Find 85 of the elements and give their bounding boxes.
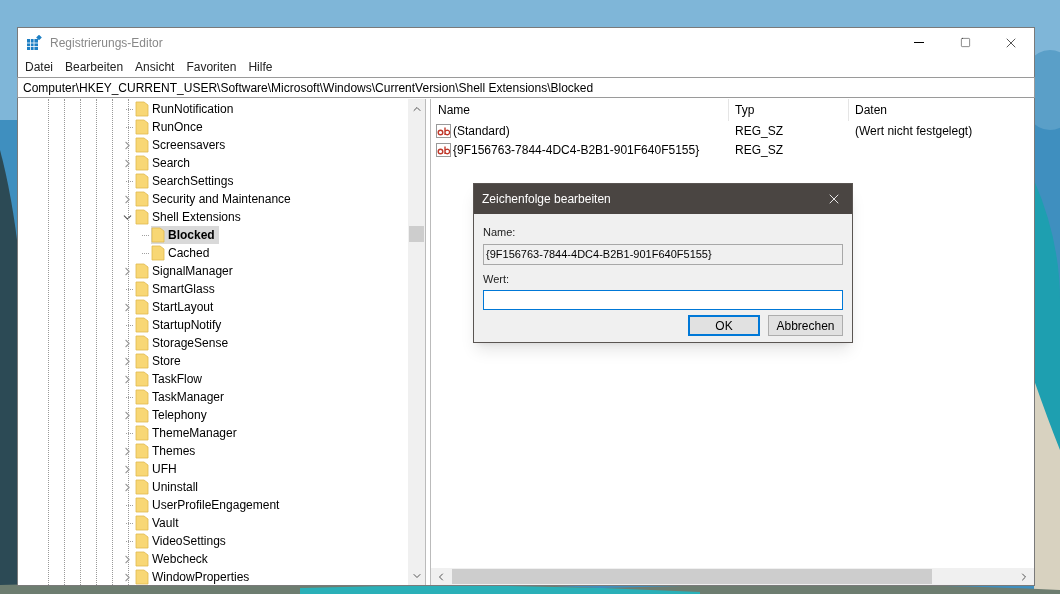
value-name[interactable]: {9F156763-7844-4DC4-B2B1-901F640F5155} xyxy=(453,140,700,159)
column-header[interactable]: Typ xyxy=(729,99,849,121)
menu-item[interactable]: Bearbeiten xyxy=(59,58,130,76)
folder-icon xyxy=(135,551,149,567)
folder-icon xyxy=(135,317,149,333)
tree-item[interactable]: Screensavers xyxy=(135,136,230,154)
folder-icon xyxy=(135,407,149,423)
folder-icon xyxy=(135,281,149,297)
tree-item[interactable]: UFH xyxy=(135,460,181,478)
menu-item[interactable]: Hilfe xyxy=(242,58,279,76)
maximize-icon xyxy=(959,37,971,48)
value-type: REG_SZ xyxy=(734,122,784,140)
folder-icon xyxy=(135,389,149,405)
folder-icon xyxy=(135,299,149,315)
tree-item[interactable]: SignalManager xyxy=(135,262,237,280)
folder-icon xyxy=(135,191,149,207)
folder-icon xyxy=(135,461,149,477)
tree-item[interactable]: ThemeManager xyxy=(135,424,241,442)
folder-icon xyxy=(135,335,149,351)
tree-item[interactable]: RunOnce xyxy=(135,118,207,136)
tree-item[interactable]: SmartGlass xyxy=(135,280,219,298)
menu-item[interactable]: Datei xyxy=(19,58,59,76)
folder-icon xyxy=(135,425,149,441)
scrollbar-thumb[interactable] xyxy=(409,226,424,242)
column-header[interactable]: Name xyxy=(431,99,729,121)
folder-icon xyxy=(135,443,149,459)
name-field: {9F156763-7844-4DC4-B2B1-901F640F5155} xyxy=(483,243,843,265)
tree-item[interactable]: TaskFlow xyxy=(135,370,206,388)
horizontal-scrollbar[interactable] xyxy=(431,568,1034,585)
folder-icon xyxy=(135,101,149,117)
tree-item[interactable]: Webcheck xyxy=(135,550,212,568)
tree-item[interactable]: Search xyxy=(135,154,195,172)
tree-item[interactable]: StartLayout xyxy=(135,298,218,316)
name-label: Name: xyxy=(483,225,517,240)
ok-button[interactable]: OK xyxy=(688,315,760,336)
tree-item[interactable]: Blocked xyxy=(151,226,219,244)
folder-icon xyxy=(135,155,149,171)
cancel-button[interactable]: Abbrechen xyxy=(768,315,843,336)
folder-icon xyxy=(135,515,149,531)
scrollbar-thumb[interactable] xyxy=(452,569,932,584)
folder-icon xyxy=(135,119,149,135)
folder-icon xyxy=(135,533,149,549)
tree-item[interactable]: Vault xyxy=(135,514,183,532)
tree-item[interactable]: WindowProperties xyxy=(135,568,254,585)
value-type: REG_SZ xyxy=(734,141,784,159)
string-value-icon xyxy=(436,122,452,139)
folder-icon xyxy=(151,227,165,243)
value-data: (Wert nicht festgelegt) xyxy=(854,122,973,140)
folder-icon xyxy=(135,479,149,495)
tree-item[interactable]: Telephony xyxy=(135,406,211,424)
value-label: Wert: xyxy=(483,271,511,287)
tree-item[interactable]: VideoSettings xyxy=(135,532,230,550)
tree-item[interactable]: Store xyxy=(135,352,185,370)
folder-icon xyxy=(135,173,149,189)
folder-icon xyxy=(135,209,149,225)
folder-icon xyxy=(135,371,149,387)
tree-item[interactable]: RunNotification xyxy=(135,100,238,118)
value-field[interactable] xyxy=(483,290,843,310)
tree-item[interactable]: StorageSense xyxy=(135,334,233,352)
tree-item[interactable]: Cached xyxy=(151,244,214,262)
tree-item[interactable]: StartupNotify xyxy=(135,316,226,334)
vertical-scrollbar[interactable] xyxy=(408,99,425,585)
tree-item[interactable]: TaskManager xyxy=(135,388,229,406)
minimize-icon xyxy=(914,42,924,43)
window-title: Registrierungs-Editor xyxy=(50,34,163,52)
column-header[interactable]: Daten xyxy=(849,99,888,121)
tree-item[interactable]: Shell Extensions xyxy=(135,208,245,226)
menu-item[interactable]: Ansicht xyxy=(129,58,181,76)
tree-item[interactable]: Uninstall xyxy=(135,478,203,496)
string-value-icon xyxy=(436,141,452,158)
folder-icon xyxy=(135,263,149,279)
tree-item[interactable]: SearchSettings xyxy=(135,172,238,190)
tree-item[interactable]: UserProfileEngagement xyxy=(135,496,284,514)
dialog-title: Zeichenfolge bearbeiten xyxy=(482,191,611,208)
folder-icon xyxy=(135,353,149,369)
folder-icon xyxy=(135,497,149,513)
folder-icon xyxy=(135,137,149,153)
registry-app-icon xyxy=(26,34,42,51)
menu-item[interactable]: Favoriten xyxy=(180,58,243,76)
tree-item[interactable]: Themes xyxy=(135,442,200,460)
tree-item[interactable]: Security and Maintenance xyxy=(135,190,295,208)
address-bar[interactable]: Computer\HKEY_CURRENT_USER\Software\Microsoft\Windows\CurrentVersion\Shell Extensions\Blocked xyxy=(17,77,1035,98)
folder-icon xyxy=(151,245,165,261)
folder-icon xyxy=(135,569,149,585)
value-name[interactable]: (Standard) xyxy=(453,121,510,140)
